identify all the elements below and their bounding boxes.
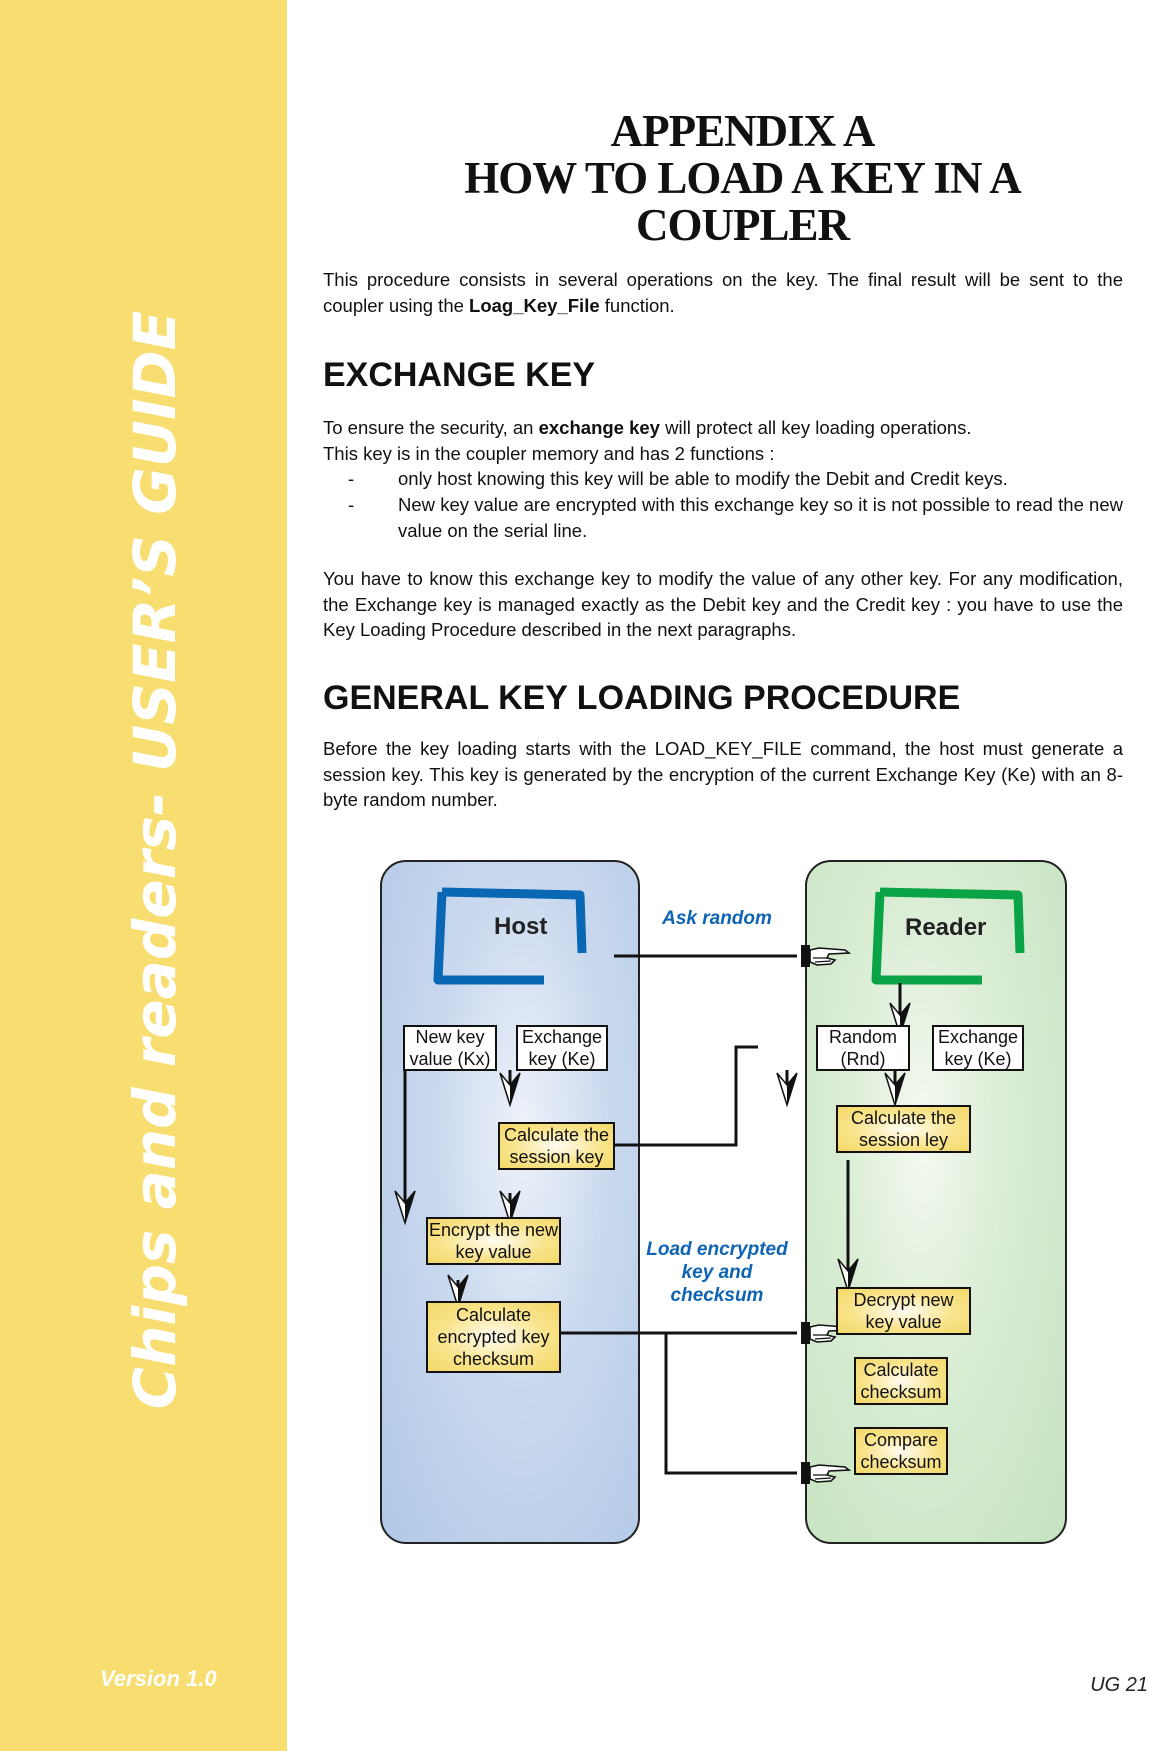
ask-random-label: Ask random xyxy=(662,908,772,929)
heading-exchange-key: EXCHANGE KEY xyxy=(323,356,596,394)
p1-bold: exchange key xyxy=(538,417,660,438)
reader-calc-session-box: Calculate the session ley xyxy=(836,1105,971,1153)
heading-general-procedure: GENERAL KEY LOADING PROCEDURE xyxy=(323,679,961,717)
p1-text-end: will protect all key loading operations. xyxy=(659,417,972,438)
host-new-key-box: New key value (Kx) xyxy=(403,1025,497,1071)
sidebar-title: Chips and readers- USER’S GUIDE xyxy=(121,310,189,1410)
bullet-item: - only host knowing this key will be abl… xyxy=(348,466,1123,492)
p1-text: To ensure the security, an xyxy=(323,417,539,438)
reader-decrypt-box: Decrypt new key value xyxy=(836,1287,971,1335)
reader-random-box: Random (Rnd) xyxy=(816,1025,910,1071)
title-line-2: HOW TO LOAD A KEY IN A xyxy=(464,153,1022,203)
intro-text-end: function. xyxy=(599,294,675,316)
bullet-item: - New key value are encrypted with this … xyxy=(348,492,1123,543)
host-calc-session-box: Calculate the session key xyxy=(498,1122,615,1170)
title-line-3: COUPLER xyxy=(635,200,850,250)
intro-text: This procedure consists in several opera… xyxy=(323,269,1123,316)
exchange-paragraph-3: You have to know this exchange key to mo… xyxy=(323,568,1123,640)
version-label: Version 1.0 xyxy=(100,1666,217,1691)
bullet-marker: - xyxy=(348,468,355,489)
title-line-1: APPENDIX A xyxy=(610,106,876,156)
function-name: Loag_Key_File xyxy=(469,294,600,316)
host-exchange-key-box: Exchange key (Ke) xyxy=(516,1025,608,1071)
reader-title: Reader xyxy=(905,914,987,941)
host-title: Host xyxy=(494,913,548,940)
host-encrypt-box: Encrypt the new key value xyxy=(426,1217,561,1265)
sidebar-band: Chips and readers- USER’S GUIDE Version … xyxy=(0,0,287,1751)
general-paragraph: Before the key loading starts with the L… xyxy=(323,738,1123,810)
reader-exchange-key-box: Exchange key (Ke) xyxy=(932,1025,1024,1071)
bullet-text: only host knowing this key will be able … xyxy=(398,468,1008,489)
page-title: APPENDIX A HOW TO LOAD A KEY IN A COUPLE… xyxy=(320,108,1150,249)
load-encrypted-label: Load encrypted key and checksum xyxy=(646,1239,788,1306)
host-calc-checksum-box: Calculate encrypted key checksum xyxy=(426,1301,561,1373)
key-loading-diagram: Host Reader Ask random Load encrypted ke… xyxy=(370,855,1080,1550)
p2-text: This key is in the coupler memory and ha… xyxy=(323,442,775,464)
diagram-connectors xyxy=(394,887,1025,1485)
pointing-hand-icon xyxy=(800,944,850,968)
reader-calc-checksum-box: Calculate checksum xyxy=(854,1357,948,1405)
pointing-hand-icon xyxy=(800,1461,850,1485)
bullet-text: New key value are encrypted with this ex… xyxy=(398,494,1123,541)
exchange-paragraph-1: To ensure the security, an exchange key … xyxy=(323,415,1123,466)
intro-paragraph: This procedure consists in several opera… xyxy=(323,267,1123,318)
bullet-marker: - xyxy=(348,494,355,515)
page-number: UG 21 xyxy=(1090,1674,1148,1696)
reader-compare-box: Compare checksum xyxy=(854,1427,948,1475)
